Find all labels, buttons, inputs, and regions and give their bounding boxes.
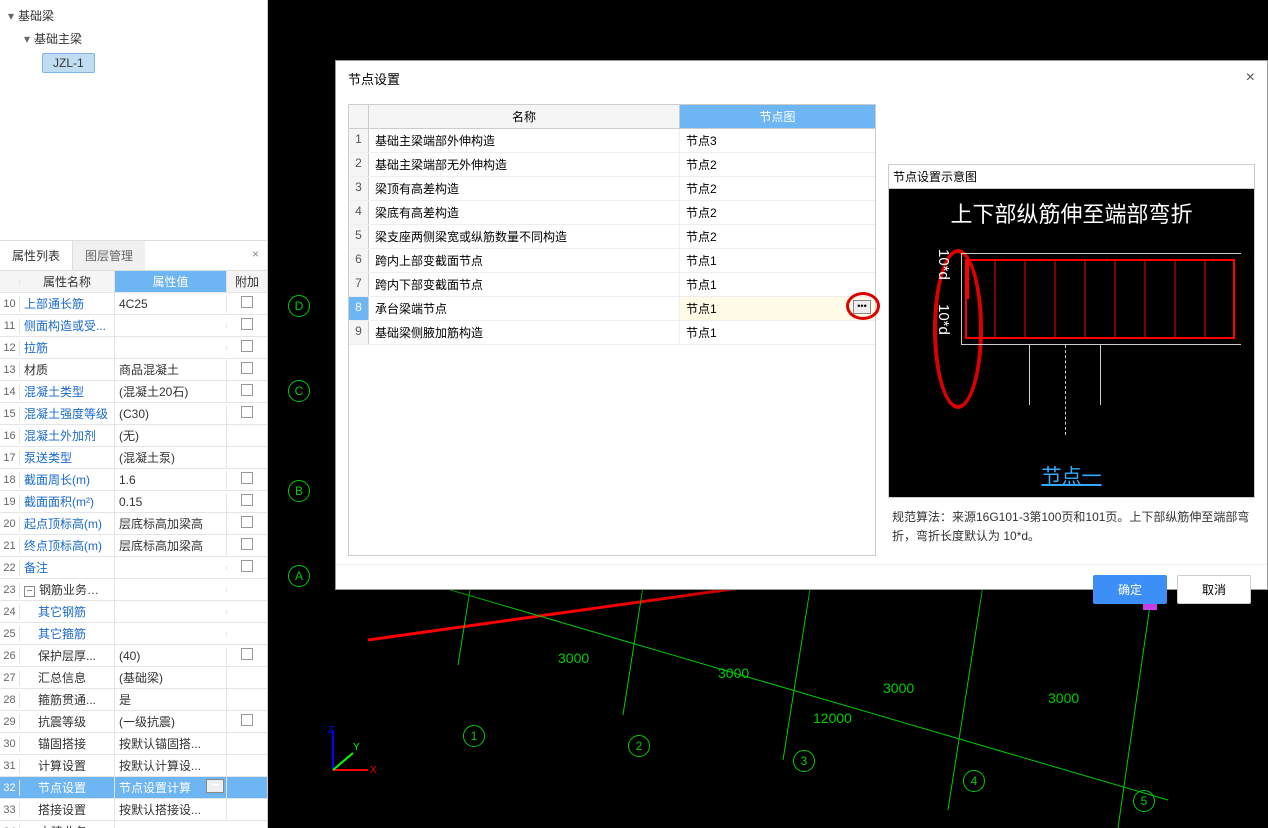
checkbox[interactable] [241, 296, 253, 308]
checkbox[interactable] [241, 538, 253, 550]
svg-text:Y: Y [353, 742, 360, 753]
preview-title: 节点设置示意图 [888, 164, 1255, 188]
svg-text:X: X [370, 765, 377, 776]
diagram-label: 10*d [935, 249, 952, 280]
property-row[interactable]: 27 汇总信息 (基础梁) [0, 667, 267, 689]
checkbox[interactable] [241, 406, 253, 418]
table-row[interactable]: 9 基础梁侧腋加筋构造 节点1 [349, 321, 875, 345]
checkbox[interactable] [241, 714, 253, 726]
checkbox[interactable] [241, 560, 253, 572]
property-row[interactable]: 24 其它钢筋 [0, 601, 267, 623]
tab-props[interactable]: 属性列表 [0, 241, 73, 270]
checkbox[interactable] [241, 362, 253, 374]
dim-label: 3000 [558, 650, 589, 666]
property-row[interactable]: 33 搭接设置 按默认搭接设... [0, 799, 267, 821]
dim-label: 3000 [883, 680, 914, 696]
table-row[interactable]: 5 梁支座两侧梁宽或纵筋数量不同构造 节点2 [349, 225, 875, 249]
tree-child1[interactable]: ▾基础主梁 [6, 27, 261, 50]
tree-leaf[interactable]: JZL-1 [6, 50, 261, 76]
table-row[interactable]: 4 梁底有高差构造 节点2 [349, 201, 875, 225]
table-row[interactable]: 7 跨内下部变截面节点 节点1 [349, 273, 875, 297]
property-row[interactable]: 14 混凝土类型 (混凝土20石) [0, 381, 267, 403]
checkbox[interactable] [241, 494, 253, 506]
dim-label: 3000 [718, 665, 749, 681]
dim-total: 12000 [813, 710, 852, 726]
table-row[interactable]: 6 跨内上部变截面节点 节点1 [349, 249, 875, 273]
property-row[interactable]: 17 泵送类型 (混凝土泵) [0, 447, 267, 469]
property-row[interactable]: 20 起点顶标高(m) 层底标高加梁高 [0, 513, 267, 535]
node-settings-dialog: 节点设置 × 名称 节点图 1 基础主梁端部外伸构造 节点3 2 基础主梁端部无… [335, 60, 1268, 590]
diagram-caption: 节点一 [889, 460, 1254, 489]
ellipsis-button[interactable]: ••• [853, 300, 871, 314]
preview-image: 上下部纵筋伸至端部弯折 10*d 10*d [888, 188, 1255, 498]
property-row[interactable]: 18 截面周长(m) 1.6 [0, 469, 267, 491]
property-row[interactable]: 10 上部通长筋 4C25 [0, 293, 267, 315]
property-row[interactable]: 29 抗震等级 (一级抗震) [0, 711, 267, 733]
diagram-title: 上下部纵筋伸至端部弯折 [889, 197, 1254, 229]
cancel-button[interactable]: 取消 [1177, 575, 1251, 604]
property-row[interactable]: 25 其它箍筋 [0, 623, 267, 645]
col-value: 属性值 [115, 271, 227, 292]
close-icon[interactable]: × [244, 241, 267, 270]
checkbox[interactable] [241, 340, 253, 352]
col-attach: 附加 [227, 273, 267, 290]
property-row[interactable]: 31 计算设置 按默认计算设... [0, 755, 267, 777]
close-icon[interactable]: × [1246, 69, 1255, 88]
property-row[interactable]: 28 箍筋贯通... 是 [0, 689, 267, 711]
checkbox[interactable] [241, 318, 253, 330]
property-row[interactable]: 21 终点顶标高(m) 层底标高加梁高 [0, 535, 267, 557]
diagram-label: 10*d [935, 304, 952, 335]
property-row[interactable]: 23 −钢筋业务属性 [0, 579, 267, 601]
col-nodeimg: 节点图 [680, 105, 875, 128]
checkbox[interactable] [241, 472, 253, 484]
property-row[interactable]: 26 保护层厚... (40) [0, 645, 267, 667]
ellipsis-button[interactable]: ••• [206, 779, 224, 793]
ok-button[interactable]: 确定 [1093, 575, 1167, 604]
tab-layers[interactable]: 图层管理 [73, 241, 145, 270]
checkbox[interactable] [241, 516, 253, 528]
col-name: 名称 [369, 105, 680, 128]
property-row[interactable]: 34 +土建业务属性 [0, 821, 267, 828]
property-row[interactable]: 13 材质 商品混凝土 [0, 359, 267, 381]
table-row[interactable]: 8 承台梁端节点 节点1••• [349, 297, 875, 321]
checkbox[interactable] [241, 384, 253, 396]
checkbox[interactable] [241, 648, 253, 660]
property-row[interactable]: 11 侧面构造或受... [0, 315, 267, 337]
property-row[interactable]: 22 备注 [0, 557, 267, 579]
property-row[interactable]: 12 拉筋 [0, 337, 267, 359]
property-row[interactable]: 19 截面面积(m²) 0.15 [0, 491, 267, 513]
property-row[interactable]: 32 节点设置 节点设置计算••• [0, 777, 267, 799]
axis-widget: Z Y X [318, 725, 378, 788]
tree-root[interactable]: ▾基础梁 [6, 4, 261, 27]
preview-desc: 规范算法：来源16G101-3第100页和101页。上下部纵筋伸至端部弯折，弯折… [888, 498, 1255, 556]
table-row[interactable]: 2 基础主梁端部无外伸构造 节点2 [349, 153, 875, 177]
col-name: 属性名称 [20, 271, 115, 292]
svg-text:Z: Z [328, 725, 334, 736]
dim-label: 3000 [1048, 690, 1079, 706]
property-row[interactable]: 15 混凝土强度等级 (C30) [0, 403, 267, 425]
node-table: 名称 节点图 1 基础主梁端部外伸构造 节点3 2 基础主梁端部无外伸构造 节点… [348, 104, 876, 556]
property-grid: 属性名称 属性值 附加 10 上部通长筋 4C25 11 侧面构造或受... 1… [0, 271, 267, 828]
property-row[interactable]: 16 混凝土外加剂 (无) [0, 425, 267, 447]
property-row[interactable]: 30 锚固搭接 按默认锚固搭... [0, 733, 267, 755]
table-row[interactable]: 3 梁顶有高差构造 节点2 [349, 177, 875, 201]
dialog-title: 节点设置 [348, 69, 400, 88]
table-row[interactable]: 1 基础主梁端部外伸构造 节点3 [349, 129, 875, 153]
